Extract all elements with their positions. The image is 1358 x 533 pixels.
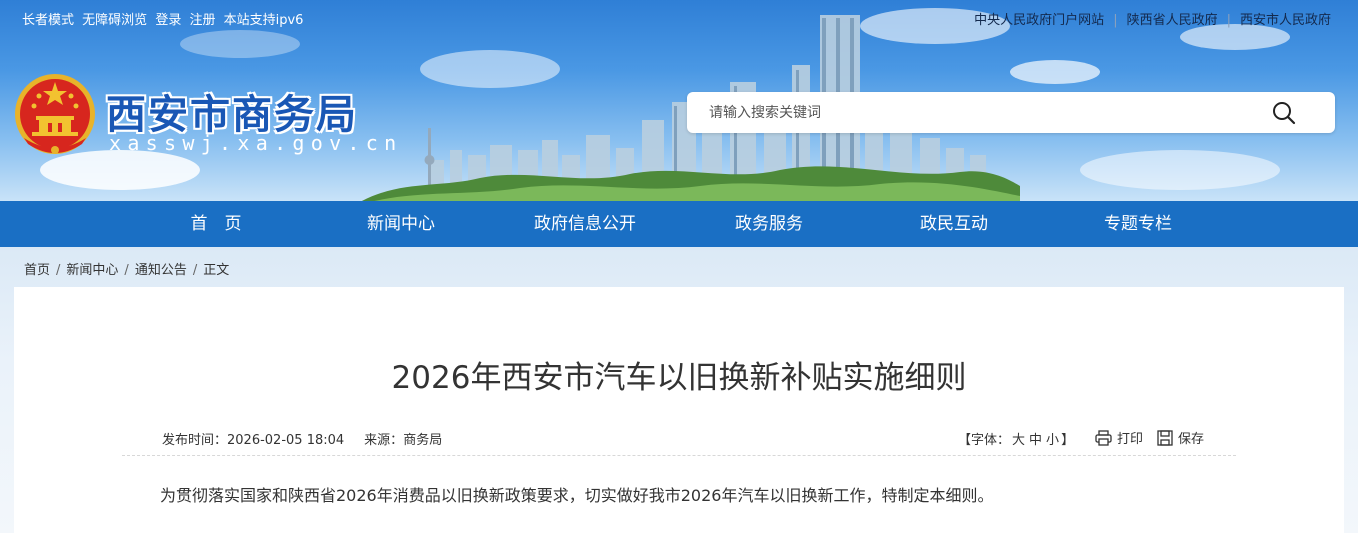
- print-label: 打印: [1117, 432, 1144, 447]
- site-header: 长者模式 无障碍浏览 登录 注册 本站支持ipv6 中央人民政府门户网站 | 陕西省…: [0, 0, 1358, 201]
- breadcrumb: 首页 / 新闻中心 / 通知公告 / 正文: [24, 259, 229, 278]
- breadcrumb-home[interactable]: 首页: [24, 263, 50, 278]
- font-size-prefix: 【字体：: [958, 433, 1011, 448]
- topbar-left-links: 长者模式 无障碍浏览 登录 注册 本站支持ipv6: [22, 9, 307, 28]
- save-button[interactable]: 保存: [1157, 428, 1204, 447]
- nav-item-gov-services[interactable]: 政务服务: [735, 201, 803, 247]
- accessibility-link[interactable]: 无障碍浏览: [82, 13, 147, 28]
- article-title: 2026年西安市汽车以旧换新补贴实施细则: [391, 360, 967, 396]
- central-gov-link[interactable]: 中央人民政府门户网站: [974, 13, 1104, 28]
- printer-icon: [1095, 430, 1112, 446]
- breadcrumb-separator: /: [124, 263, 129, 278]
- elder-mode-link[interactable]: 长者模式: [22, 13, 74, 28]
- print-button[interactable]: 打印: [1095, 428, 1143, 447]
- save-label: 保存: [1178, 432, 1205, 447]
- source-value: 商务局: [403, 433, 443, 448]
- register-link[interactable]: 注册: [189, 13, 215, 28]
- national-emblem-icon: [15, 74, 95, 154]
- font-size-selector: 【字体：大中小】: [958, 429, 1074, 448]
- search-input[interactable]: [709, 92, 1269, 133]
- shaanxi-gov-link[interactable]: 陕西省人民政府: [1127, 13, 1218, 28]
- xian-gov-link[interactable]: 西安市人民政府: [1240, 13, 1331, 28]
- link-separator: |: [1113, 13, 1118, 28]
- nav-item-news-center[interactable]: 新闻中心: [367, 201, 435, 247]
- breadcrumb-notices[interactable]: 通知公告: [135, 263, 187, 278]
- article-paragraph: 为贯彻落实国家和陕西省2026年消费品以旧换新政策要求，切实做好我市2026年汽…: [160, 486, 994, 505]
- topbar-right-links: 中央人民政府门户网站 | 陕西省人民政府 | 西安市人民政府: [974, 9, 1331, 28]
- font-size-large[interactable]: 大: [1012, 433, 1025, 448]
- breadcrumb-current: 正文: [203, 263, 230, 278]
- font-size-small[interactable]: 小: [1046, 433, 1059, 448]
- publish-time-label: 发布时间：: [162, 433, 228, 448]
- publish-time: 2026-02-05 18:04: [227, 433, 345, 448]
- search-box: [687, 92, 1335, 133]
- search-button[interactable]: [1271, 100, 1297, 126]
- cloud-decoration: [1080, 150, 1280, 190]
- source-label: 来源：: [364, 433, 404, 448]
- cloud-decoration: [180, 30, 300, 58]
- breadcrumb-news-center[interactable]: 新闻中心: [66, 263, 118, 278]
- search-icon: [1273, 102, 1296, 125]
- link-separator: |: [1226, 13, 1231, 28]
- nav-item-gov-info[interactable]: 政府信息公开: [534, 201, 636, 247]
- nav-item-interaction[interactable]: 政民互动: [920, 201, 988, 247]
- breadcrumb-separator: /: [192, 263, 198, 278]
- cloud-decoration: [1010, 60, 1100, 84]
- login-link[interactable]: 登录: [155, 13, 181, 28]
- nav-item-special-topics[interactable]: 专题专栏: [1104, 201, 1172, 247]
- ipv6-notice: 本站支持ipv6: [223, 13, 304, 28]
- main-nav: 首 页 新闻中心 政府信息公开 政务服务 政民互动 专题专栏: [0, 201, 1358, 247]
- site-domain: xasswj.xa.gov.cn: [109, 131, 403, 155]
- save-icon: [1157, 430, 1173, 446]
- article-meta: 发布时间：2026-02-05 18:04 来源：商务局: [162, 429, 442, 448]
- font-size-medium[interactable]: 中: [1029, 433, 1042, 448]
- breadcrumb-separator: /: [56, 263, 61, 278]
- font-size-suffix: 】: [1061, 433, 1075, 448]
- meta-divider: [122, 455, 1236, 456]
- nav-item-home[interactable]: 首 页: [191, 201, 242, 247]
